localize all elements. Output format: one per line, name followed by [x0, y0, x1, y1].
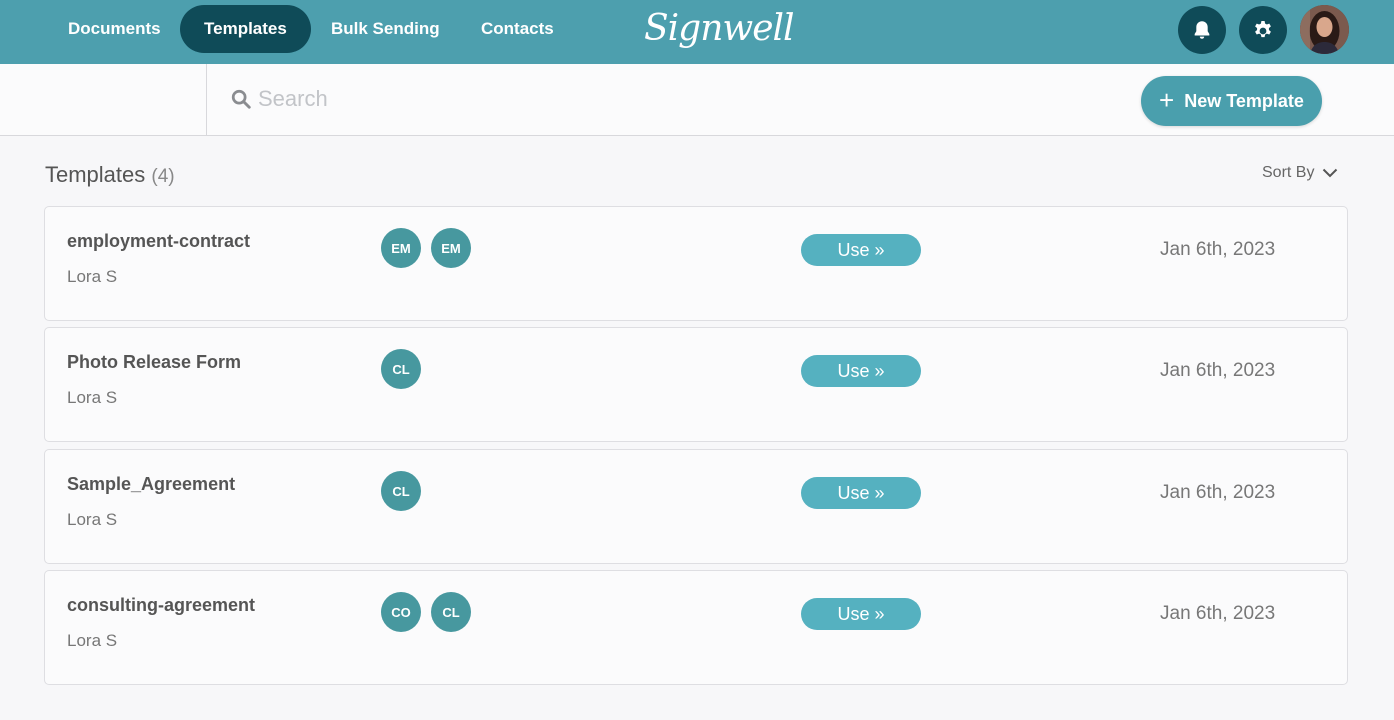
template-owner: Lora S — [67, 388, 118, 407]
settings-button[interactable] — [1239, 6, 1287, 54]
top-nav-bar: Documents Templates Bulk Sending Contact… — [0, 0, 1394, 64]
template-name[interactable]: employment-contract — [67, 231, 250, 252]
recipient-badge: CL — [381, 349, 421, 389]
signwell-logo[interactable]: Signwell — [644, 4, 795, 54]
recipient-badges: CO CL — [381, 592, 471, 632]
notifications-button[interactable] — [1178, 6, 1226, 54]
search-input[interactable] — [258, 80, 758, 118]
nav-tab-bulk-sending[interactable]: Bulk Sending — [307, 5, 464, 53]
template-date: Jan 6th, 2023 — [1160, 360, 1276, 381]
use-template-button[interactable]: Use » — [801, 234, 921, 266]
sort-by-dropdown[interactable]: Sort By — [1262, 164, 1338, 182]
use-template-button[interactable]: Use » — [801, 598, 921, 630]
recipient-badges: CL — [381, 349, 421, 389]
template-date: Jan 6th, 2023 — [1160, 603, 1276, 624]
recipient-badge: EM — [381, 228, 421, 268]
plus-icon: + — [1159, 84, 1175, 115]
profile-photo-icon — [1300, 5, 1349, 54]
templates-toolbar: + New Template — [0, 64, 1394, 136]
template-name[interactable]: consulting-agreement — [67, 595, 255, 616]
recipient-badges: EM EM — [381, 228, 471, 268]
nav-tab-templates[interactable]: Templates — [180, 5, 311, 53]
template-row[interactable]: Photo Release Form Lora S CL Use » Jan 6… — [44, 327, 1348, 442]
chevron-down-icon — [1323, 168, 1338, 178]
user-avatar[interactable] — [1300, 5, 1349, 54]
page-title-text: Templates — [45, 162, 146, 187]
template-owner: Lora S — [67, 510, 118, 529]
use-template-button[interactable]: Use » — [801, 355, 921, 387]
template-owner: Lora S — [67, 631, 118, 650]
sort-by-label: Sort By — [1262, 164, 1315, 181]
recipient-badge: EM — [431, 228, 471, 268]
template-row[interactable]: consulting-agreement Lora S CO CL Use » … — [44, 570, 1348, 685]
new-template-label: New Template — [1184, 90, 1304, 111]
page-title: Templates (4) — [45, 162, 175, 188]
recipient-badges: CL — [381, 471, 421, 511]
recipient-badge: CO — [381, 592, 421, 632]
template-row[interactable]: employment-contract Lora S EM EM Use » J… — [44, 206, 1348, 321]
template-name[interactable]: Photo Release Form — [67, 352, 241, 373]
new-template-button[interactable]: + New Template — [1141, 76, 1322, 126]
search-icon — [231, 89, 251, 109]
template-owner: Lora S — [67, 267, 118, 286]
template-name[interactable]: Sample_Agreement — [67, 474, 235, 495]
nav-tab-documents[interactable]: Documents — [44, 5, 185, 53]
use-template-button[interactable]: Use » — [801, 477, 921, 509]
toolbar-divider — [206, 64, 207, 136]
recipient-badge: CL — [431, 592, 471, 632]
template-date: Jan 6th, 2023 — [1160, 239, 1276, 260]
bell-icon — [1194, 21, 1210, 39]
nav-tab-contacts[interactable]: Contacts — [457, 5, 578, 53]
recipient-badge: CL — [381, 471, 421, 511]
template-row[interactable]: Sample_Agreement Lora S CL Use » Jan 6th… — [44, 449, 1348, 564]
template-count: (4) — [151, 166, 175, 187]
template-date: Jan 6th, 2023 — [1160, 482, 1276, 503]
gear-icon — [1255, 21, 1271, 38]
